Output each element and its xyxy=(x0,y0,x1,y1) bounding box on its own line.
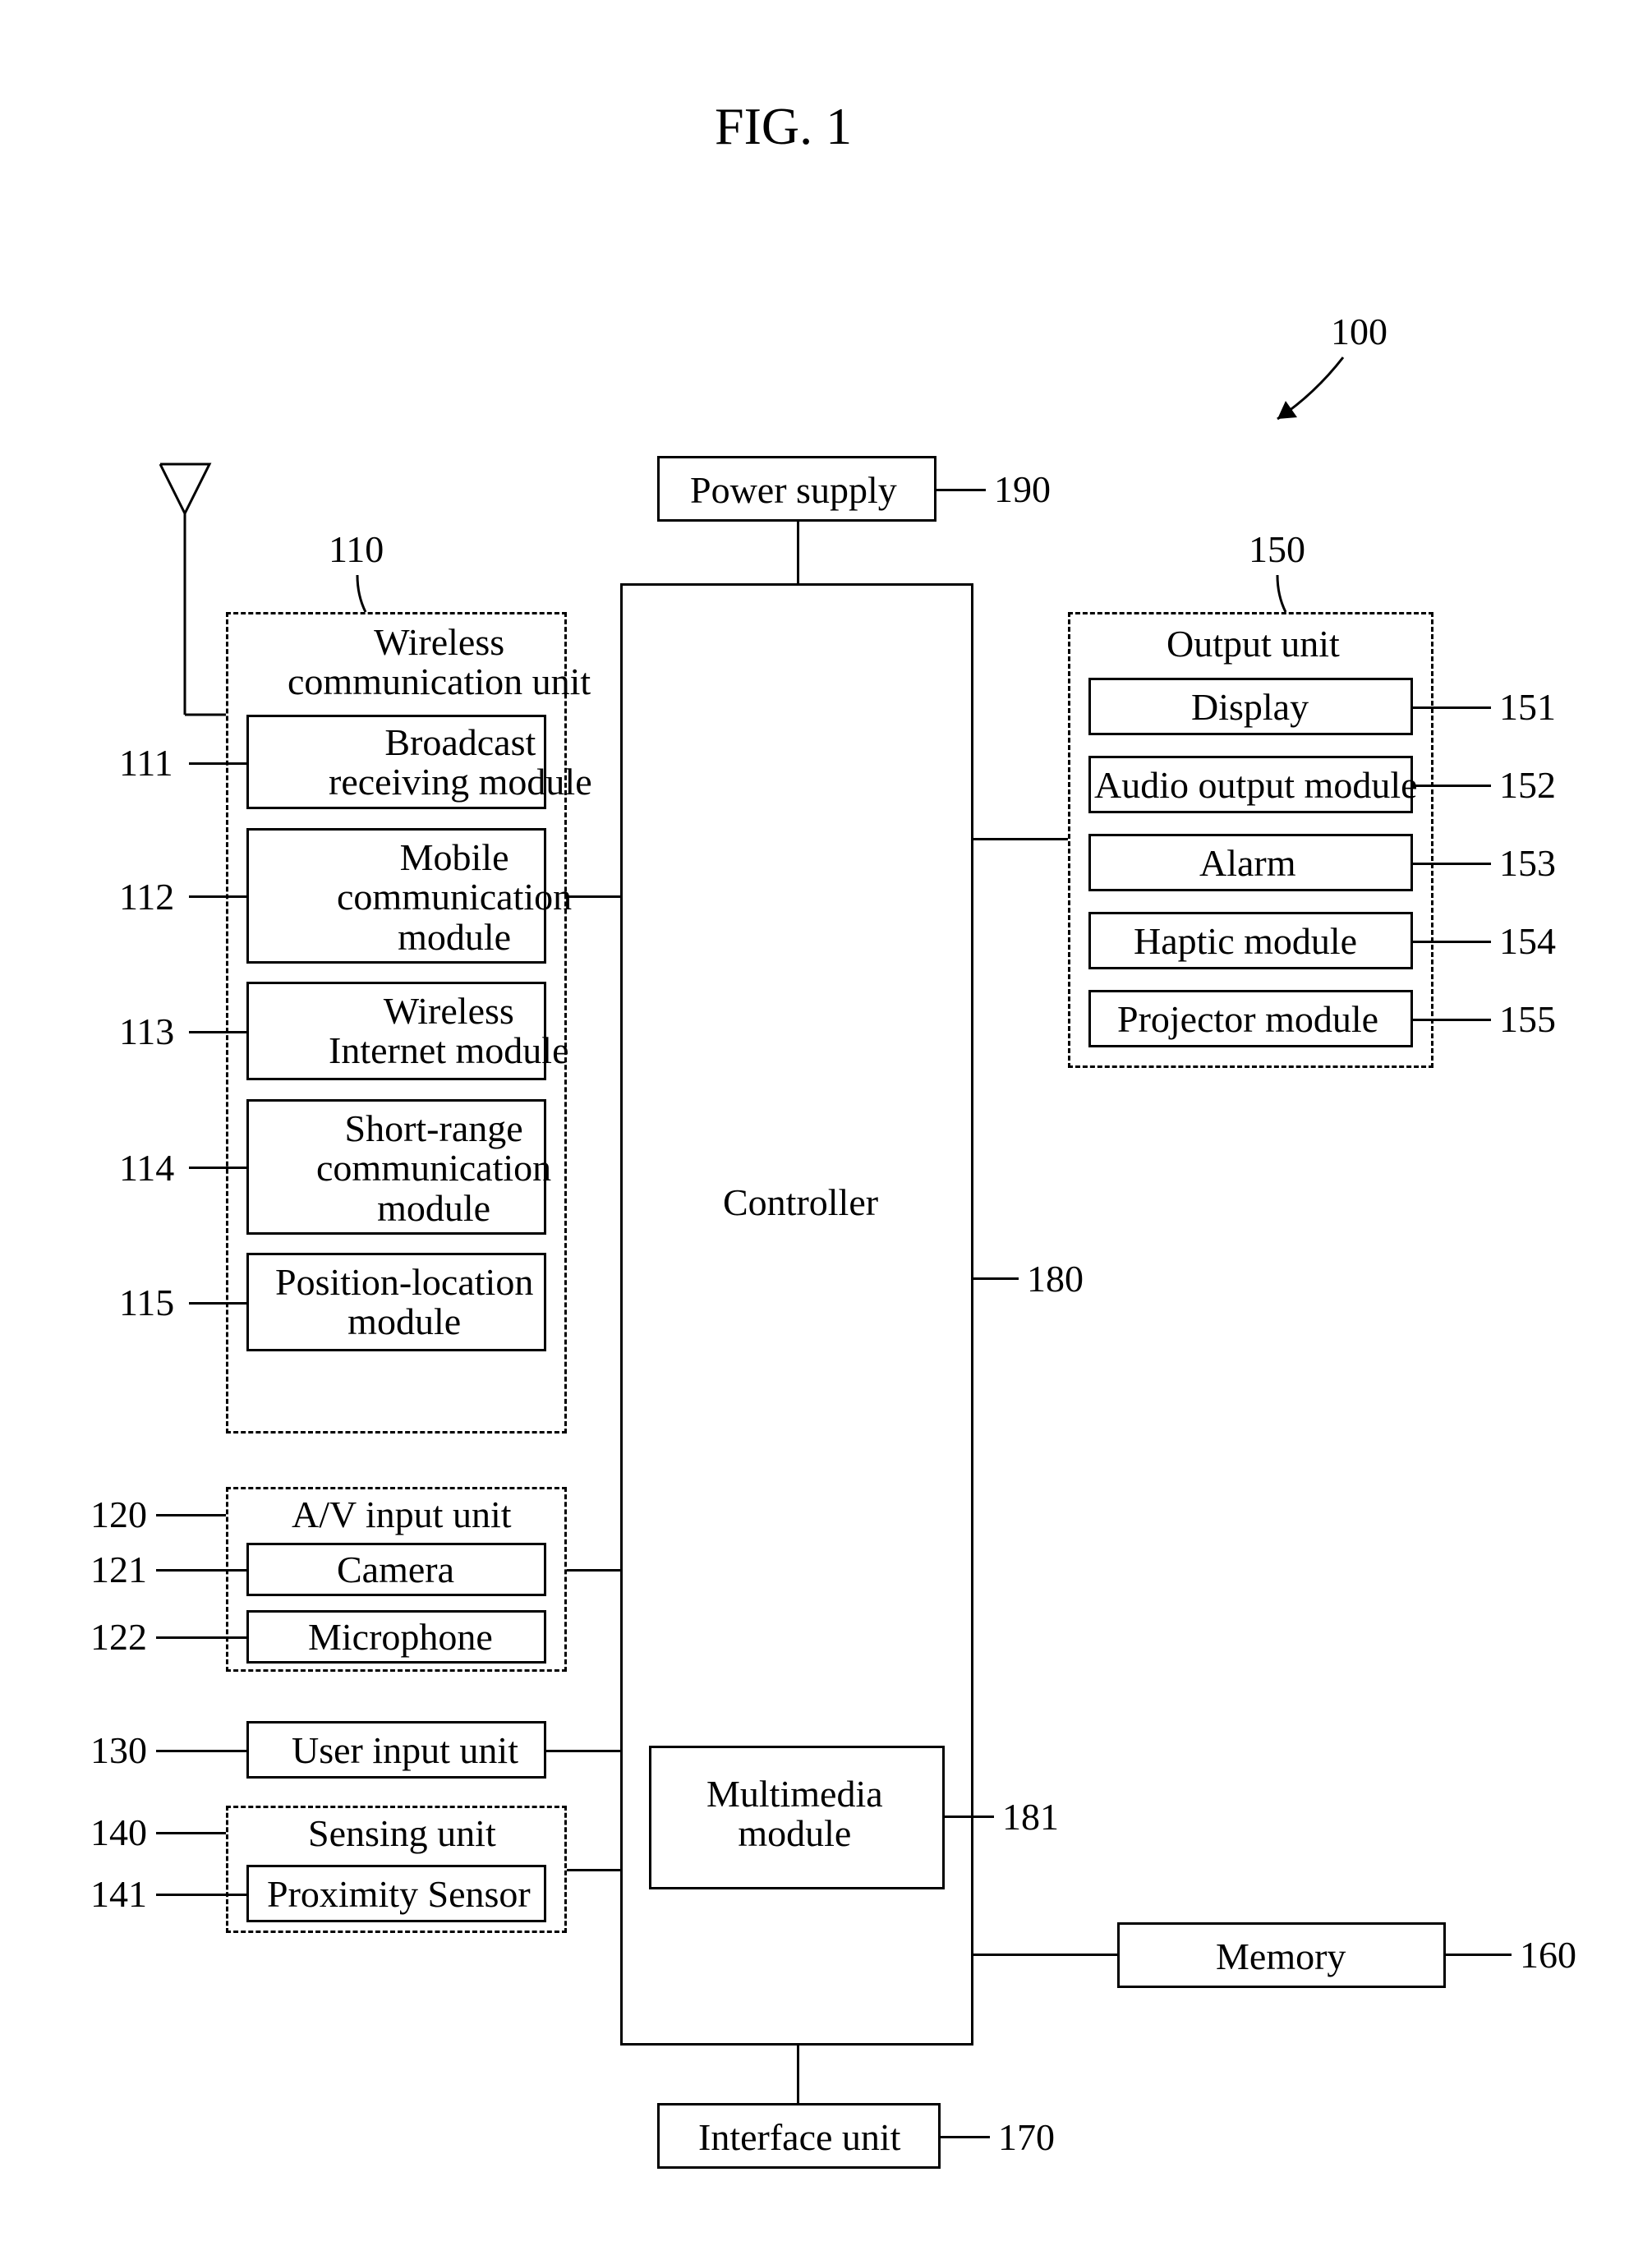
conn-153 xyxy=(1413,863,1491,865)
conn-sensing-controller xyxy=(567,1869,620,1871)
conn-power-190 xyxy=(936,489,986,491)
conn-154 xyxy=(1413,941,1491,943)
ref-100: 100 xyxy=(1331,312,1387,352)
ref-181: 181 xyxy=(1002,1797,1059,1837)
conn-151 xyxy=(1413,706,1491,709)
conn-111 xyxy=(189,762,246,765)
ref-111: 111 xyxy=(119,743,173,783)
conn-160 xyxy=(1446,1954,1512,1956)
ref-160: 160 xyxy=(1520,1935,1576,1975)
ref-190: 190 xyxy=(994,470,1051,509)
memory-label: Memory xyxy=(1216,1937,1346,1977)
conn-130 xyxy=(156,1750,246,1752)
conn-155 xyxy=(1413,1019,1491,1021)
conn-115 xyxy=(189,1302,246,1305)
conn-122 xyxy=(156,1636,246,1639)
conn-181 xyxy=(945,1816,994,1818)
controller-label: Controller xyxy=(723,1183,878,1222)
wireless-comm-unit-title: Wireless communication unit xyxy=(288,623,591,702)
conn-114 xyxy=(189,1167,246,1169)
ref-155: 155 xyxy=(1499,1000,1556,1039)
conn-141 xyxy=(156,1894,246,1896)
conn-152 xyxy=(1413,785,1491,787)
user-input-unit-label: User input unit xyxy=(292,1731,518,1770)
ref-115: 115 xyxy=(119,1283,174,1323)
conn-113 xyxy=(189,1031,246,1033)
ref-154: 154 xyxy=(1499,922,1556,961)
mobile-comm-module-label: Mobile communication module xyxy=(337,838,572,957)
ref-150: 150 xyxy=(1249,530,1305,569)
ref-120: 120 xyxy=(90,1495,147,1535)
conn-121 xyxy=(156,1569,246,1572)
figure-title: FIG. 1 xyxy=(715,99,852,154)
projector-module-label: Projector module xyxy=(1117,1000,1378,1039)
ref-122: 122 xyxy=(90,1618,147,1657)
wireless-internet-module-label: Wireless Internet module xyxy=(329,992,569,1071)
ref-114: 114 xyxy=(119,1148,174,1188)
haptic-module-label: Haptic module xyxy=(1134,922,1357,961)
conn-wcu-controller xyxy=(567,895,620,898)
conn-180 xyxy=(973,1277,1019,1280)
camera-label: Camera xyxy=(337,1550,454,1590)
ref-151: 151 xyxy=(1499,688,1556,727)
position-location-module-label: Position-location module xyxy=(275,1263,533,1342)
multimedia-module-label: Multimedia module xyxy=(706,1774,883,1854)
conn-120 xyxy=(156,1514,226,1516)
ref-170: 170 xyxy=(998,2118,1055,2157)
interface-unit-label: Interface unit xyxy=(698,2118,900,2157)
output-unit-title: Output unit xyxy=(1167,624,1340,664)
av-input-unit-title: A/V input unit xyxy=(292,1495,512,1535)
conn-170 xyxy=(941,2136,990,2138)
ref-112: 112 xyxy=(119,877,174,917)
display-label: Display xyxy=(1191,688,1309,727)
conn-controller-memory xyxy=(973,1954,1117,1956)
alarm-label: Alarm xyxy=(1199,844,1296,883)
proximity-sensor-label: Proximity Sensor xyxy=(267,1875,531,1914)
short-range-module-label: Short-range communication module xyxy=(316,1109,551,1228)
ref-141: 141 xyxy=(90,1875,147,1914)
sensing-unit-title: Sensing unit xyxy=(308,1814,496,1853)
conn-power-controller xyxy=(797,522,799,583)
ref-153: 153 xyxy=(1499,844,1556,883)
ref-121: 121 xyxy=(90,1550,147,1590)
ref-152: 152 xyxy=(1499,766,1556,805)
broadcast-module-label: Broadcast receiving module xyxy=(329,723,592,803)
ref-130: 130 xyxy=(90,1731,147,1770)
ref-140: 140 xyxy=(90,1813,147,1852)
conn-140 xyxy=(156,1832,226,1834)
conn-output-controller xyxy=(973,838,1068,840)
conn-user-controller xyxy=(546,1750,620,1752)
conn-112 xyxy=(189,895,246,898)
ref-110: 110 xyxy=(329,530,384,569)
ref-180: 180 xyxy=(1027,1259,1084,1299)
ref-113: 113 xyxy=(119,1012,174,1052)
audio-output-label: Audio output module xyxy=(1094,766,1418,805)
power-supply-label: Power supply xyxy=(690,471,897,510)
conn-controller-interface xyxy=(797,2046,799,2103)
conn-av-controller xyxy=(567,1569,620,1572)
microphone-label: Microphone xyxy=(308,1618,493,1657)
